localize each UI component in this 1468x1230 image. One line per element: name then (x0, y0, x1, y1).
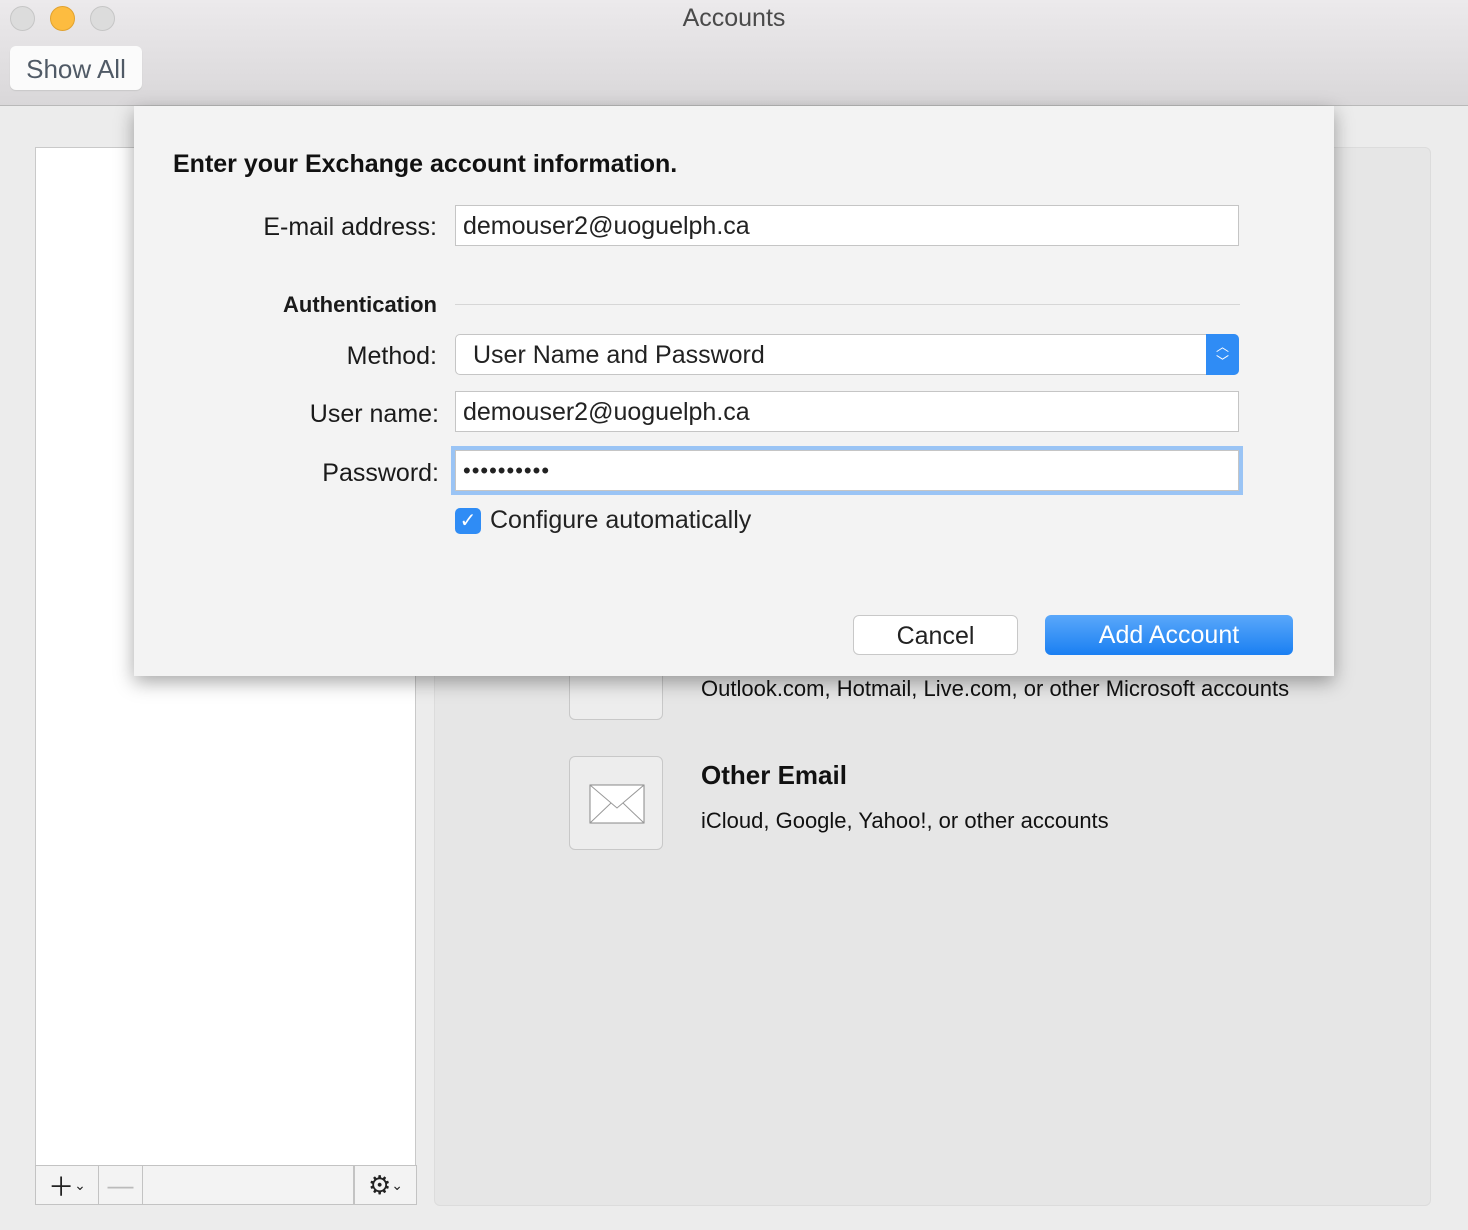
show-all-button[interactable]: Show All (10, 46, 142, 90)
gear-icon: ⚙ (367, 1169, 392, 1200)
password-label: Password: (322, 459, 439, 487)
add-account-button[interactable]: Add Account (1045, 615, 1293, 655)
envelope-icon (589, 784, 645, 824)
other-email-description: iCloud, Google, Yahoo!, or other account… (701, 808, 1109, 833)
minus-icon: — (107, 1169, 134, 1200)
checkmark-icon: ✓ (459, 510, 477, 532)
divider (455, 304, 1240, 305)
username-field[interactable]: demouser2@uoguelph.ca (455, 391, 1239, 432)
gear-menu-button[interactable]: ⚙ ⌄ (354, 1166, 416, 1204)
other-email-title: Other Email (701, 760, 847, 790)
chevron-down-icon: ⌄ (391, 1176, 404, 1193)
other-email-tile[interactable] (569, 756, 663, 850)
email-field[interactable]: demouser2@uoguelph.ca (455, 205, 1239, 246)
password-field[interactable]: •••••••••• (455, 450, 1239, 491)
cancel-button[interactable]: Cancel (853, 615, 1018, 655)
list-toolbar: ＋ ⌄ — ⚙ ⌄ (35, 1165, 417, 1205)
stepper-chevrons-icon: ︿ ﹀ (1206, 334, 1239, 375)
exchange-account-sheet: Enter your Exchange account information.… (134, 106, 1334, 676)
method-label: Method: (346, 342, 437, 370)
plus-icon: ＋ (48, 1171, 75, 1202)
email-label: E-mail address: (263, 213, 437, 241)
method-select[interactable]: User Name and Password ︿ ﹀ (455, 334, 1239, 375)
chevron-down-icon: ⌄ (74, 1176, 86, 1193)
configure-checkbox[interactable]: ✓ (455, 508, 481, 534)
window-title: Accounts (682, 4, 786, 32)
authentication-heading: Authentication (283, 292, 437, 317)
dialog-heading: Enter your Exchange account information. (173, 150, 678, 178)
configure-label[interactable]: Configure automatically (490, 506, 751, 535)
outlook-description: Outlook.com, Hotmail, Live.com, or other… (701, 676, 1290, 701)
username-label: User name: (309, 400, 439, 428)
method-value: User Name and Password (473, 341, 765, 369)
add-account-menu-button[interactable]: ＋ ⌄ (36, 1166, 99, 1204)
remove-account-button[interactable]: — (99, 1166, 143, 1204)
title-bar: Accounts Show All (0, 0, 1468, 106)
